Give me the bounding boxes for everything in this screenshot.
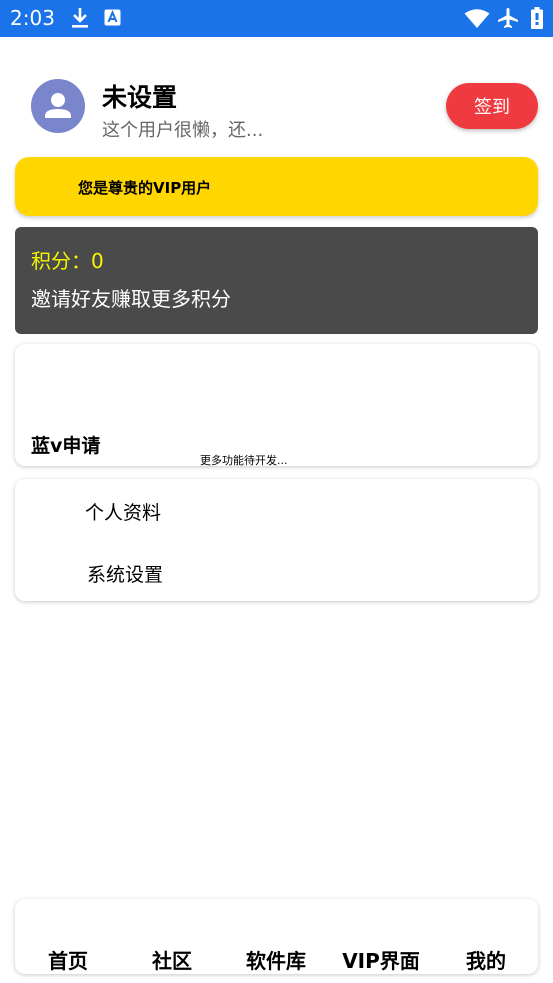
nav-mine[interactable]: 我的 bbox=[436, 945, 536, 974]
personal-info-item[interactable]: 个人资料 bbox=[85, 498, 161, 525]
vip-banner[interactable]: 您是尊贵的VIP用户 bbox=[15, 157, 538, 216]
bottom-nav: 首页 社区 软件库 VIP界面 我的 bbox=[15, 899, 538, 974]
more-features-text: 更多功能待开发... bbox=[200, 454, 288, 467]
points-card[interactable]: 积分：0 邀请好友赚取更多积分 bbox=[15, 227, 538, 334]
feature-card: 蓝v申请 更多功能待开发... bbox=[15, 344, 538, 467]
profile-header: 未设置 这个用户很懒，还... 签到 bbox=[0, 70, 553, 150]
vip-banner-text: 您是尊贵的VIP用户 bbox=[78, 179, 212, 197]
nav-community[interactable]: 社区 bbox=[122, 945, 222, 974]
airplane-mode-icon bbox=[497, 7, 519, 33]
points-score: 积分：0 bbox=[31, 249, 104, 273]
battery-icon bbox=[531, 7, 543, 33]
nav-home[interactable]: 首页 bbox=[18, 945, 118, 974]
invite-friends-text: 邀请好友赚取更多积分 bbox=[31, 287, 231, 311]
user-bio: 这个用户很懒，还... bbox=[102, 120, 264, 141]
status-time: 2:03 bbox=[10, 6, 55, 30]
signin-button[interactable]: 签到 bbox=[446, 83, 538, 129]
person-icon bbox=[45, 93, 71, 118]
nav-vip[interactable]: VIP界面 bbox=[331, 945, 431, 974]
font-app-icon bbox=[104, 9, 121, 30]
system-settings-item[interactable]: 系统设置 bbox=[87, 560, 163, 587]
download-icon bbox=[70, 7, 90, 33]
blue-v-apply-button[interactable]: 蓝v申请 bbox=[31, 431, 100, 458]
nav-software-library[interactable]: 软件库 bbox=[226, 945, 326, 974]
settings-card: 个人资料 系统设置 bbox=[15, 479, 538, 601]
avatar[interactable] bbox=[31, 79, 85, 133]
wifi-icon bbox=[464, 9, 490, 33]
username[interactable]: 未设置 bbox=[102, 78, 177, 114]
status-bar: 2:03 bbox=[0, 0, 553, 37]
